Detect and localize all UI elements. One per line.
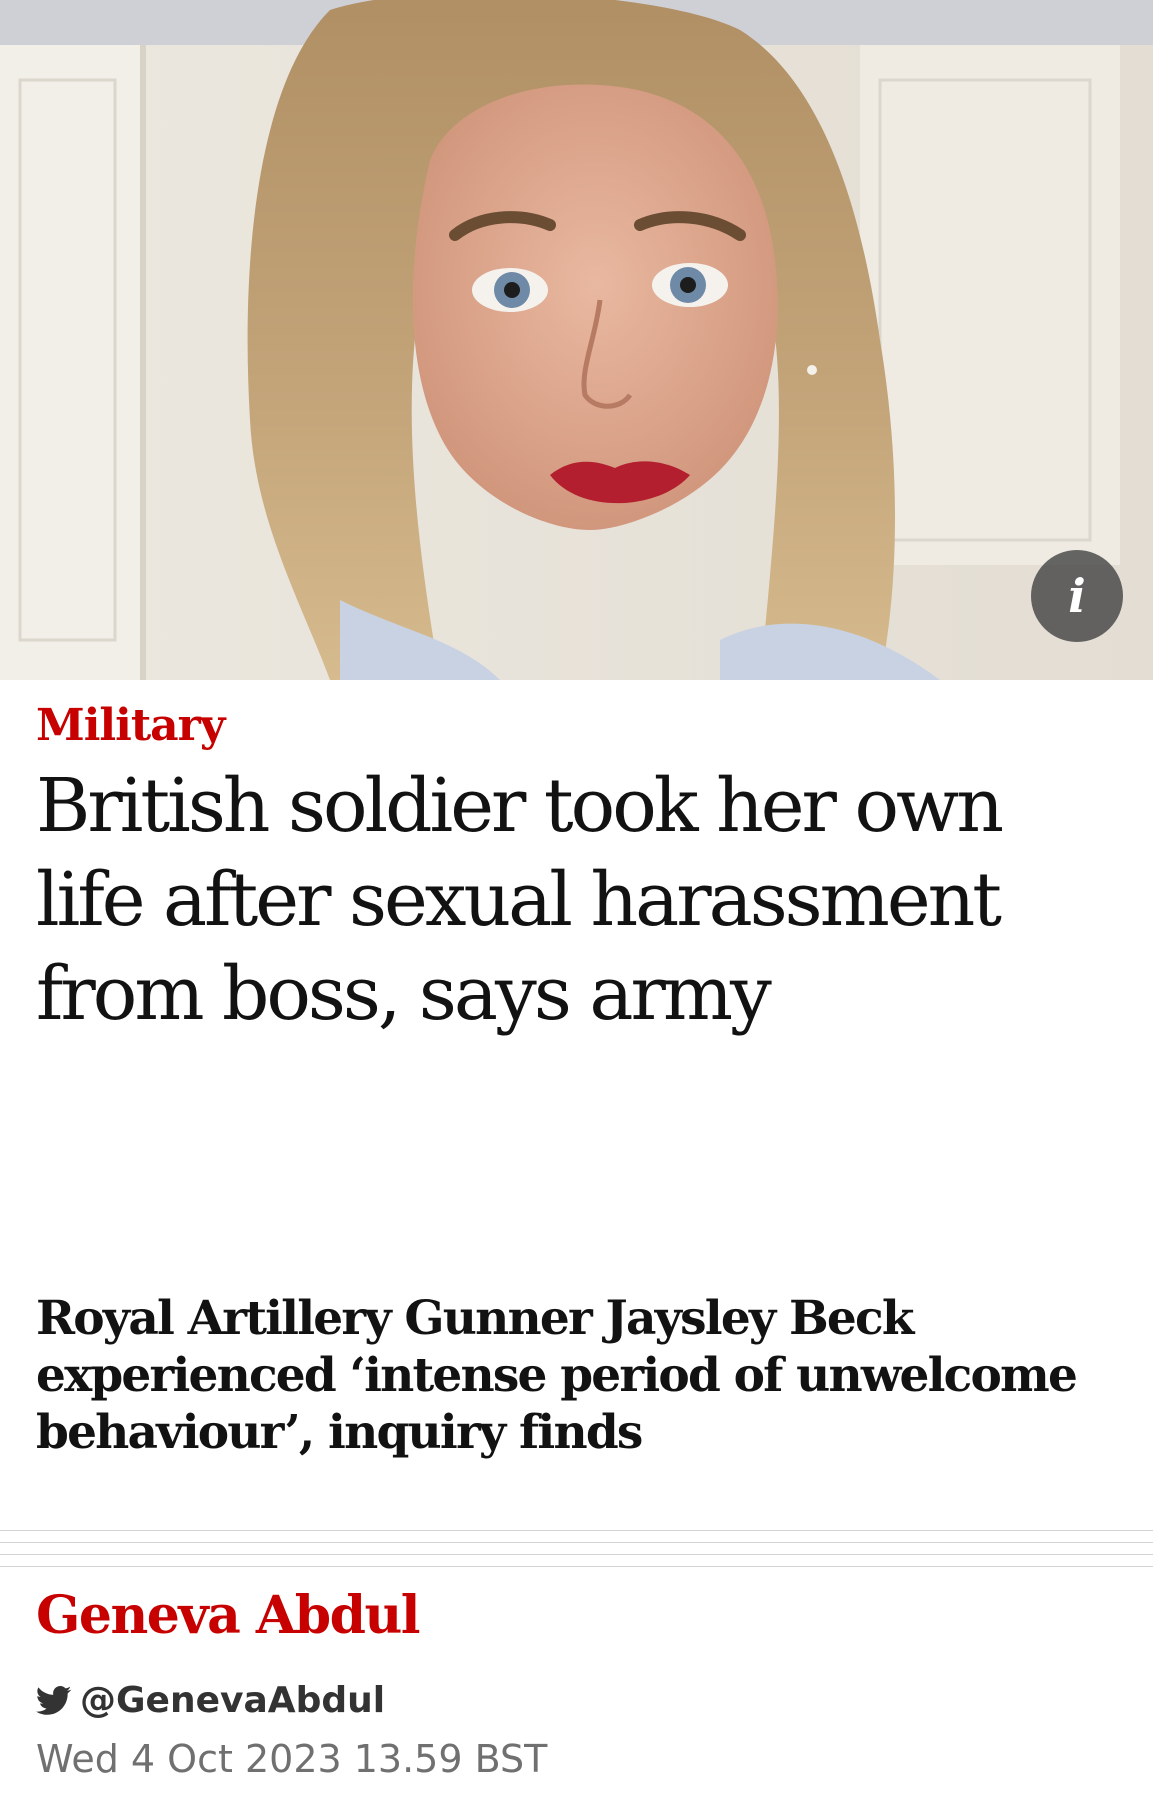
section-label[interactable]: Military	[36, 700, 1116, 753]
twitter-link[interactable]: @GenevaAbdul	[36, 1680, 385, 1721]
twitter-bird-icon	[36, 1685, 72, 1715]
hero-image: i	[0, 0, 1153, 680]
headline: British soldier took her own life after …	[36, 762, 1004, 1037]
standfirst: Royal Artillery Gunner Jaysley Beck expe…	[36, 1291, 1078, 1460]
info-icon[interactable]: i	[1031, 550, 1123, 642]
divider	[0, 1566, 1153, 1567]
divider	[0, 1530, 1153, 1531]
info-icon-glyph: i	[1068, 569, 1086, 623]
twitter-handle: @GenevaAbdul	[80, 1680, 386, 1721]
divider-lines	[0, 1530, 1153, 1578]
divider	[0, 1542, 1153, 1543]
portrait-photo	[0, 0, 1153, 680]
publish-date: Wed 4 Oct 2023 13.59 BST	[36, 1737, 548, 1781]
divider	[0, 1554, 1153, 1555]
author-name[interactable]: Geneva Abdul	[36, 1585, 421, 1647]
article-header: Military British soldier took her own li…	[36, 700, 1116, 1041]
